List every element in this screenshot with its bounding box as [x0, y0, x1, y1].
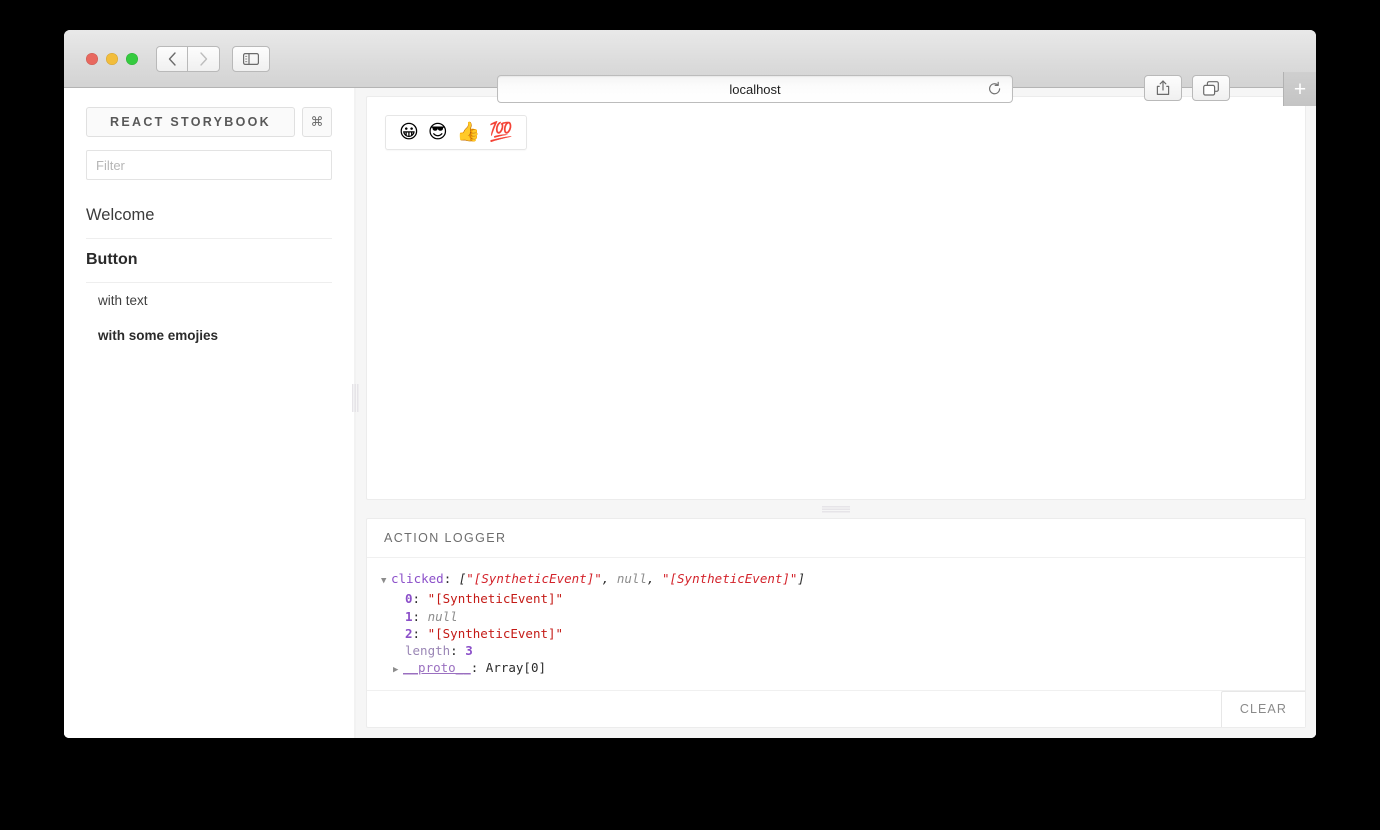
log-row-colon: : [412, 591, 428, 607]
log-colon: : [443, 571, 459, 586]
expand-proto-icon[interactable]: ▶ [393, 662, 403, 679]
close-window-button[interactable] [86, 52, 98, 65]
action-logger-header: ACTION LOGGER [367, 519, 1305, 558]
address-bar-text: localhost [729, 81, 781, 97]
log-row-colon: : [412, 608, 428, 624]
log-row-key: 0 [405, 591, 413, 607]
log-proto-colon: : [470, 660, 486, 676]
shortcuts-button[interactable]: ⌘ [302, 107, 332, 137]
log-length-key: length [405, 643, 451, 659]
show-tabs-button[interactable] [1192, 75, 1230, 101]
log-row-value: "[SyntheticEvent]" [427, 591, 564, 607]
sidebar-story-with-some-emojies[interactable]: with some emojies [86, 318, 332, 353]
sidebar-toggle-button[interactable] [232, 45, 270, 72]
log-row-value: "[SyntheticEvent]" [427, 625, 564, 641]
action-logger-title: ACTION LOGGER [384, 531, 507, 545]
navigation-buttons [156, 45, 220, 72]
preview-logger-splitter-grip[interactable] [822, 505, 850, 513]
storybook-brand-label: REACT STORYBOOK [110, 115, 271, 129]
sidebar-kind-label: Button [86, 251, 138, 268]
minimize-window-button[interactable] [106, 52, 118, 65]
log-summary-item-1: null [616, 571, 647, 586]
log-length-value: 3 [465, 643, 473, 659]
log-summary-item-0: "[SyntheticEvent]" [466, 571, 602, 586]
sidebar-kind-welcome[interactable]: Welcome [86, 194, 332, 238]
expand-toggle-icon[interactable]: ▼ [381, 573, 391, 590]
browser-window: localhost + REACT STORYBOOK ⌘ Filter Wel… [64, 30, 1316, 738]
log-array-row: 1: null [381, 608, 1291, 625]
thumbs-up-icon: 👍 [456, 121, 481, 143]
sunglasses-face-icon: 😎 [427, 121, 448, 143]
storybook-brand[interactable]: REACT STORYBOOK [86, 107, 295, 137]
new-tab-button[interactable]: + [1283, 72, 1316, 106]
titlebar-right-actions [1144, 75, 1230, 101]
chevron-left-icon [168, 51, 176, 66]
address-bar[interactable]: localhost [497, 75, 1013, 103]
story-preview-panel: 😀 😎 👍 💯 [366, 96, 1306, 500]
log-bracket-close: ] [797, 571, 805, 586]
address-bar-container: localhost [497, 75, 1013, 103]
tab-overview-icon [1203, 80, 1219, 96]
storybook-root: REACT STORYBOOK ⌘ Welcome Button with te… [64, 88, 1316, 738]
log-row-value: null [427, 608, 458, 624]
log-length-row: length: 3 [381, 642, 1291, 659]
log-row-colon: : [412, 625, 428, 641]
preview-logger-splitter[interactable] [366, 500, 1306, 518]
clear-button[interactable]: CLEAR [1220, 691, 1305, 727]
log-length-colon: : [450, 643, 466, 659]
grinning-face-icon: 😀 [399, 121, 419, 143]
log-row-key: 1 [405, 608, 413, 624]
log-proto-value: Array[0] [485, 660, 547, 676]
log-row-key: 2 [405, 625, 413, 641]
log-summary-sep-0: , [601, 571, 617, 586]
sidebar-kind-button[interactable]: Button [86, 238, 332, 283]
reload-icon[interactable] [988, 81, 1002, 97]
sidebar-story-label: with some emojies [98, 328, 219, 343]
log-proto-key: __proto__ [403, 660, 471, 676]
log-action-name: clicked [391, 571, 444, 586]
log-array-row: 2: "[SyntheticEvent]" [381, 625, 1291, 642]
sidebar-toggle-icon [243, 52, 259, 65]
command-key-icon: ⌘ [310, 114, 324, 129]
maximize-window-button[interactable] [126, 52, 138, 65]
sidebar-header: REACT STORYBOOK ⌘ [86, 107, 332, 137]
sidebar-story-with-text[interactable]: with text [86, 283, 332, 318]
filter-input[interactable] [86, 150, 332, 180]
sidebar-kind-label: Welcome [86, 206, 155, 224]
log-proto-row[interactable]: ▶ __proto__: Array[0] [381, 659, 1291, 679]
log-array-row: 0: "[SyntheticEvent]" [381, 590, 1291, 607]
story-tree: Welcome Button with text with some emoji… [86, 194, 332, 353]
new-tab-icon: + [1293, 77, 1307, 101]
action-logger-panel: ACTION LOGGER ▼ clicked: ["[SyntheticEven… [366, 518, 1306, 728]
hundred-points-icon: 💯 [489, 121, 513, 143]
log-summary-sep-1: , [646, 571, 662, 586]
back-button[interactable] [156, 45, 188, 72]
storybook-sidebar: REACT STORYBOOK ⌘ Welcome Button with te… [64, 88, 354, 738]
sidebar-splitter[interactable] [351, 88, 359, 738]
storybook-main: 😀 😎 👍 💯 ACTION LOGGER ▼ clicked: ["[Synth… [356, 88, 1316, 738]
emoji-story-button[interactable]: 😀 😎 👍 💯 [385, 115, 527, 150]
share-icon [1156, 80, 1170, 96]
action-logger-footer: CLEAR [367, 690, 1305, 727]
log-entry-summary[interactable]: ▼ clicked: ["[SyntheticEvent]", null, "[S… [381, 570, 1291, 590]
sidebar-story-label: with text [98, 293, 148, 308]
forward-button[interactable] [188, 45, 220, 72]
chevron-right-icon [199, 51, 208, 66]
share-button[interactable] [1144, 75, 1182, 101]
log-summary-item-2: "[SyntheticEvent]" [661, 571, 798, 586]
sidebar-splitter-grip[interactable] [351, 384, 359, 412]
browser-titlebar: localhost + [64, 30, 1316, 106]
window-traffic-lights [86, 52, 138, 65]
